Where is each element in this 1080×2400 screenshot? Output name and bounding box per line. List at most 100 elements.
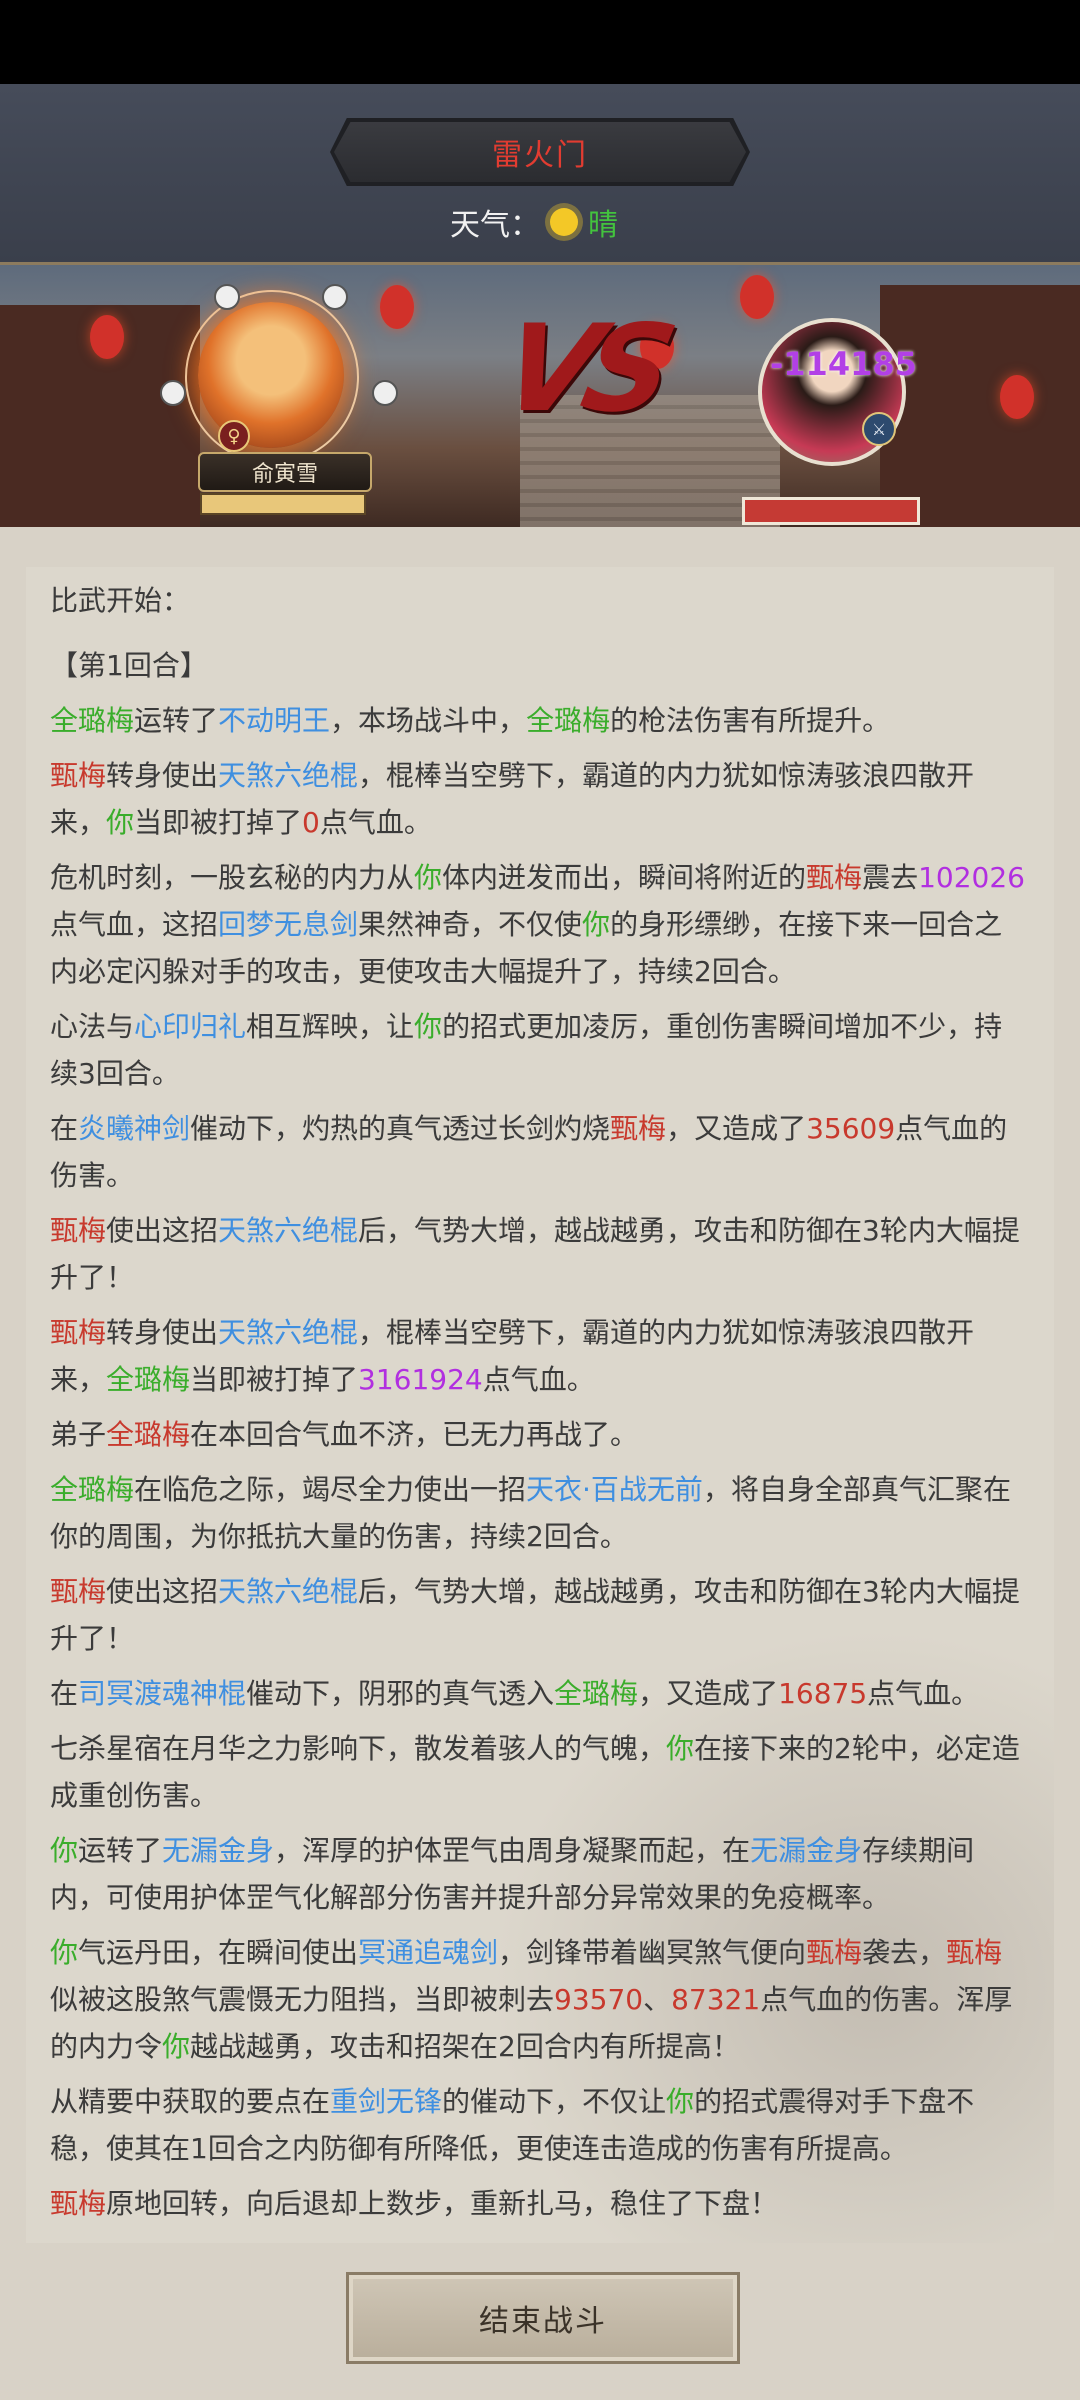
log-segment: 你	[50, 1936, 79, 1969]
player-name: 俞寅雪	[251, 462, 318, 487]
log-segment: 点气血。	[482, 1363, 595, 1396]
log-segment: 全璐梅	[50, 1473, 135, 1506]
log-entry: 七杀星宿在月华之力影响下，散发着骇人的气魄，你在接下来的2轮中，必定造成重创伤害…	[50, 1725, 1030, 1819]
log-segment: 重剑无锋	[330, 2085, 443, 2118]
log-entry: 甄梅转身使出天煞六绝棍，棍棒当空劈下，霸道的内力犹如惊涛骇浪四散开来，你当即被打…	[50, 752, 1030, 846]
log-segment: ，剑锋带着幽冥煞气便向	[498, 1936, 807, 1969]
sect-title: 雷火门	[492, 138, 588, 173]
log-segment: 使出这招	[106, 1575, 219, 1608]
log-segment: 天煞六绝棍	[218, 1575, 359, 1608]
log-segment: 天煞六绝棍	[218, 1214, 359, 1247]
log-segment: 你	[666, 1732, 695, 1765]
log-segment: 3161924	[358, 1363, 483, 1396]
log-segment: 点气血。	[319, 806, 432, 839]
lantern-icon	[1000, 375, 1034, 419]
sun-icon	[550, 208, 578, 236]
player-name-plate: 俞寅雪	[198, 452, 372, 492]
log-entry: 在司冥渡魂神棍催动下，阴邪的真气透入全璐梅，又造成了16875点气血。	[50, 1670, 1030, 1717]
log-segment: 甄梅	[946, 1936, 1003, 1969]
log-segment: 心法与	[50, 1010, 135, 1043]
log-segment: 点气血。	[867, 1677, 980, 1710]
log-entry: 弟子全璐梅在本回合气血不济，已无力再战了。	[50, 1411, 1030, 1458]
log-segment: 当即被打掉了	[134, 806, 303, 839]
weather-value: 晴	[588, 208, 618, 243]
log-entry: 甄梅原地回转，向后退却上数步，重新扎马，稳住了下盘！	[50, 2180, 1030, 2227]
log-segment: ，又造成了	[638, 1677, 779, 1710]
log-segment: 回梦无息剑	[218, 908, 359, 941]
log-segment: 全璐梅	[50, 704, 135, 737]
log-segment: 运转了	[134, 704, 219, 737]
log-segment: 从精要中获取的要点在	[50, 2085, 331, 2118]
log-segment: 似被这股煞气震慑无力阻挡，当即被刺去	[50, 1983, 555, 2016]
weather-label: 天气：	[450, 208, 540, 243]
log-entry: 甄梅使出这招天煞六绝棍后，气势大增，越战越勇，攻击和防御在3轮内大幅提升了！	[50, 1568, 1030, 1662]
battle-log-panel[interactable]: 比武开始： 【第1回合】 全璐梅运转了不动明王，本场战斗中，全璐梅的枪法伤害有所…	[26, 567, 1054, 2243]
log-entry: 从精要中获取的要点在重剑无锋的催动下，不仅让你的招式震得对手下盘不稳，使其在1回…	[50, 2078, 1030, 2172]
log-segment: 、	[643, 1983, 672, 2016]
log-segment: 甄梅	[50, 1214, 107, 1247]
log-segment: 甄梅	[50, 2187, 107, 2220]
log-entry: 你运转了无漏金身，浑厚的护体罡气由周身凝聚而起，在无漏金身存续期间内，可使用护体…	[50, 1827, 1030, 1921]
log-segment: 全璐梅	[106, 1418, 191, 1451]
log-segment: 你	[50, 1834, 79, 1867]
log-segment: 催动下，灼热的真气透过长剑灼烧	[190, 1112, 611, 1145]
log-segment: 冥通追魂剑	[358, 1936, 499, 1969]
log-entry: 全璐梅运转了不动明王，本场战斗中，全璐梅的枪法伤害有所提升。	[50, 697, 1030, 744]
log-segment: 转身使出	[106, 759, 219, 792]
log-segment: 无漏金身	[750, 1834, 863, 1867]
battle-log: 比武开始： 【第1回合】 全璐梅运转了不动明王，本场战斗中，全璐梅的枪法伤害有所…	[50, 577, 1030, 2235]
log-segment: 你	[414, 861, 443, 894]
log-segment: 你	[582, 908, 611, 941]
log-round: 【第1回合】	[50, 649, 208, 682]
damage-float: -114185	[770, 345, 917, 383]
log-segment: 不动明王	[218, 704, 331, 737]
title-plate: 雷火门	[334, 122, 746, 182]
log-segment: 的枪法伤害有所提升。	[610, 704, 891, 737]
skill-node-icon	[372, 380, 398, 406]
female-icon: ♀	[218, 420, 250, 452]
skill-node-icon	[214, 284, 240, 310]
log-entry: 甄梅转身使出天煞六绝棍，棍棒当空劈下，霸道的内力犹如惊涛骇浪四散开来，全璐梅当即…	[50, 1309, 1030, 1403]
log-segment: 原地回转，向后退却上数步，重新扎马，稳住了下盘！	[106, 2187, 779, 2220]
log-segment: 你	[414, 1010, 443, 1043]
log-segment: 司冥渡魂神棍	[78, 1677, 247, 1710]
building-right	[880, 285, 1080, 527]
log-segment: 袭去，	[862, 1936, 947, 1969]
log-intro: 比武开始：	[50, 584, 191, 617]
lantern-icon	[380, 285, 414, 329]
log-segment: 心印归礼	[134, 1010, 247, 1043]
log-segment: 在本回合气血不济，已无力再战了。	[190, 1418, 639, 1451]
weather-row: 天气： 晴	[450, 200, 618, 244]
log-segment: 102026	[918, 861, 1025, 894]
log-segment: 果然神奇，不仅使	[358, 908, 583, 941]
status-bar	[0, 0, 1080, 84]
log-segment: 无漏金身	[162, 1834, 275, 1867]
end-battle-label: 结束战斗	[479, 2304, 607, 2339]
skill-node-icon	[160, 380, 186, 406]
log-segment: 天衣·百战无前	[526, 1473, 703, 1506]
log-entry: 你气运丹田，在瞬间使出冥通追魂剑，剑锋带着幽冥煞气便向甄梅袭去，甄梅似被这股煞气…	[50, 1929, 1030, 2070]
log-segment: 当即被打掉了	[190, 1363, 359, 1396]
skill-node-icon	[322, 284, 348, 310]
vs-emblem: VS	[490, 300, 676, 439]
log-segment: 0	[302, 806, 320, 839]
log-segment: 甄梅	[50, 759, 107, 792]
log-segment: 点气血，这招	[50, 908, 219, 941]
log-segment: 全璐梅	[526, 704, 611, 737]
log-segment: 相互辉映，让	[246, 1010, 415, 1043]
log-segment: 体内迸发而出，瞬间将附近的	[442, 861, 807, 894]
log-segment: 震去	[862, 861, 919, 894]
log-segment: 在	[50, 1677, 79, 1710]
weapon-icon: ⚔	[862, 412, 896, 446]
log-segment: 转身使出	[106, 1316, 219, 1349]
lantern-icon	[740, 275, 774, 319]
log-segment: 炎曦神剑	[78, 1112, 191, 1145]
log-segment: 35609	[806, 1112, 896, 1145]
log-entry: 心法与心印归礼相互辉映，让你的招式更加凌厉，重创伤害瞬间增加不少，持续3回合。	[50, 1003, 1030, 1097]
log-segment: 弟子	[50, 1418, 107, 1451]
log-segment: 越战越勇，攻击和招架在2回合内有所提高！	[190, 2030, 740, 2063]
log-segment: 87321	[671, 1983, 761, 2016]
enemy-hp-bar	[742, 497, 920, 525]
log-segment: 全璐梅	[554, 1677, 639, 1710]
end-battle-button[interactable]: 结束战斗	[346, 2272, 740, 2364]
